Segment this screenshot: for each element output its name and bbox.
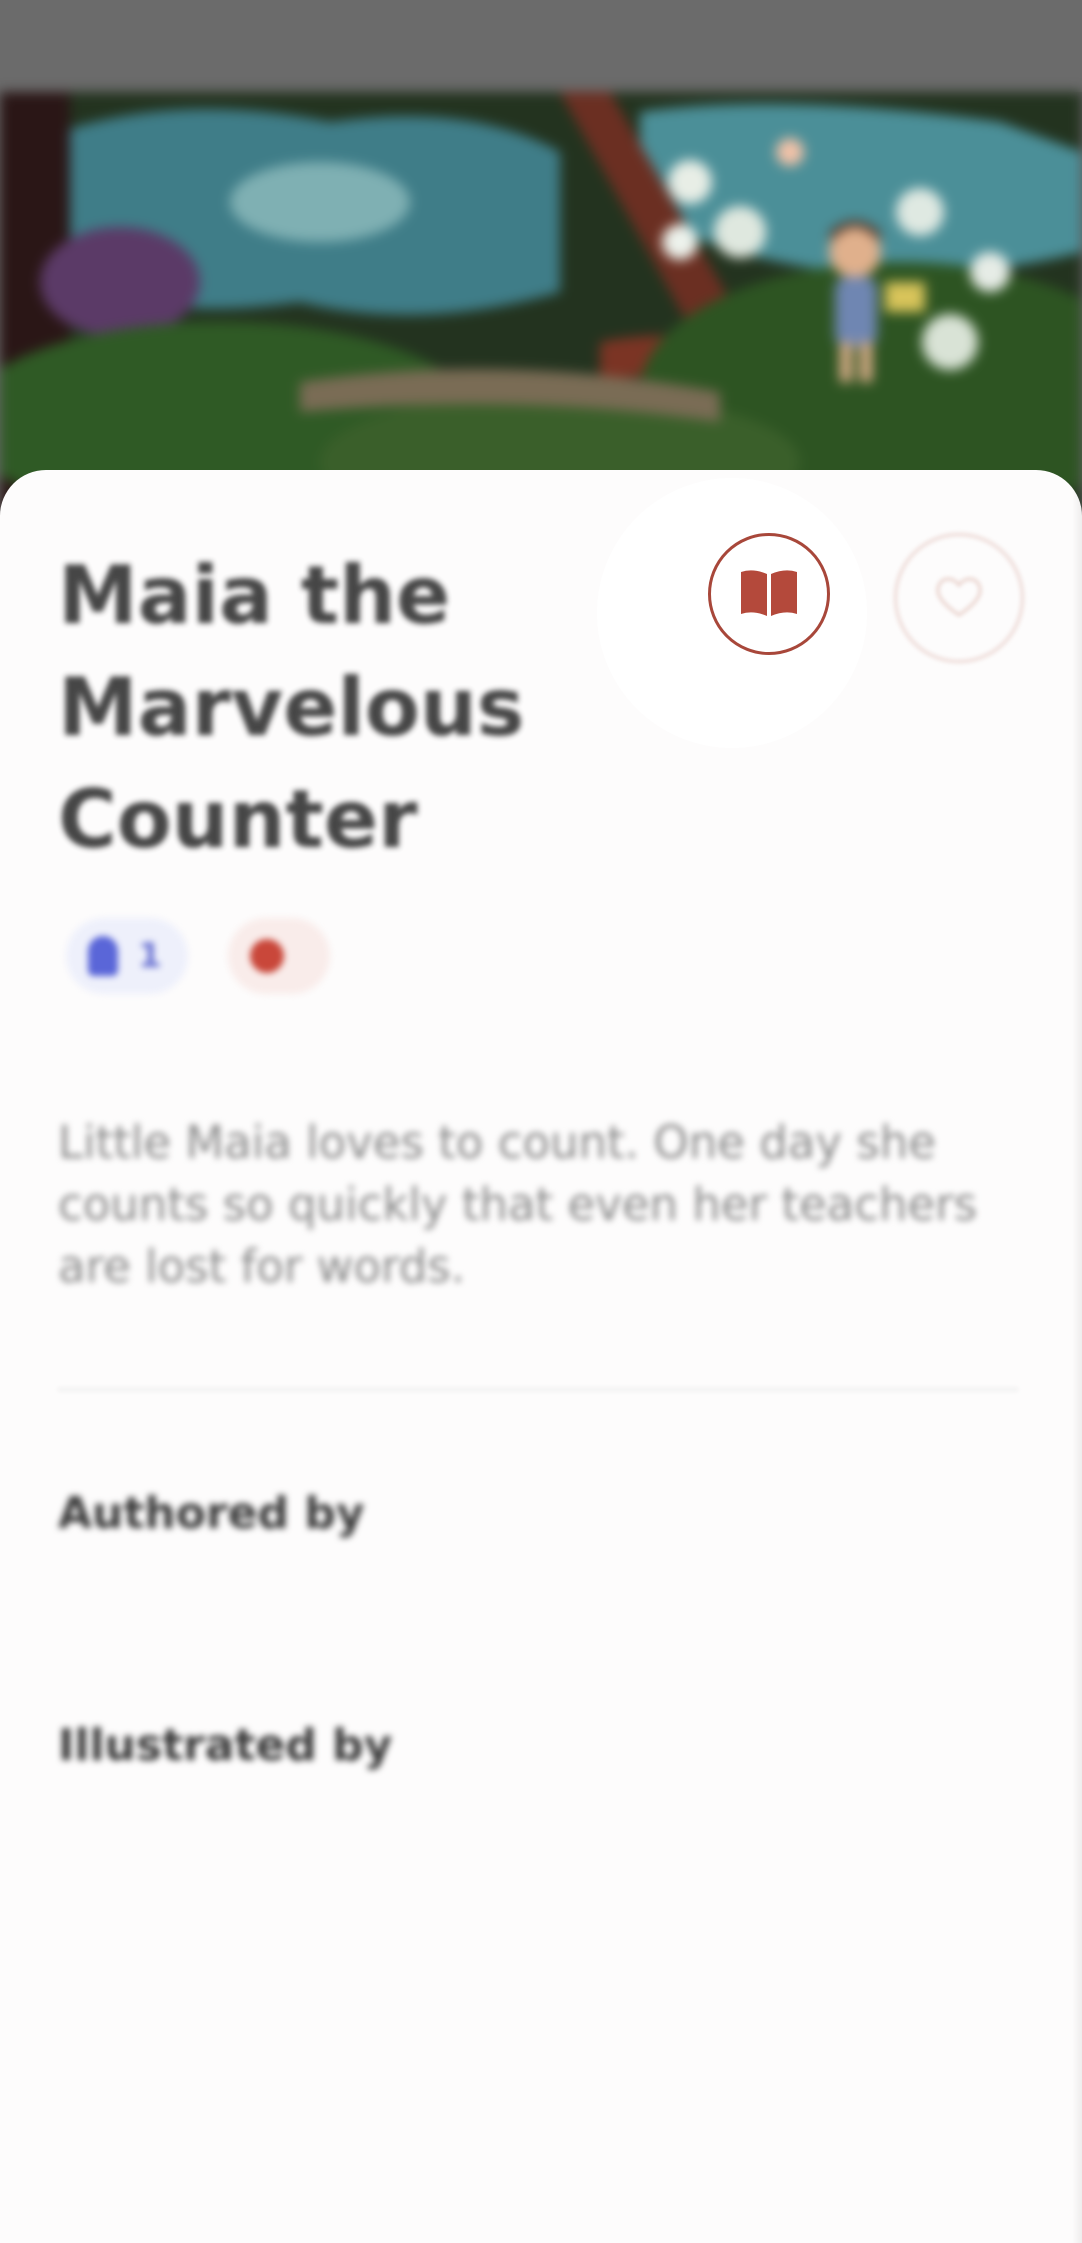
level-chip: 1 bbox=[66, 918, 188, 994]
words-icon bbox=[249, 939, 284, 973]
cover-illustration bbox=[0, 92, 1082, 512]
book-meta-chips: 1 bbox=[66, 918, 330, 994]
book-detail-screen: Maia the Marvelous Counter 1 Little Maia… bbox=[0, 0, 1082, 2243]
level-icon bbox=[88, 936, 118, 976]
level-value: 1 bbox=[138, 936, 162, 976]
book-title: Maia the Marvelous Counter bbox=[58, 549, 525, 866]
cover-illustration-art bbox=[0, 92, 1082, 512]
author-label: Authored by bbox=[58, 1488, 365, 1539]
status-bar bbox=[0, 0, 1082, 92]
divider bbox=[58, 1388, 1018, 1391]
book-description: Little Maia loves to count. One day she … bbox=[58, 1116, 978, 1293]
heart-icon bbox=[933, 573, 985, 623]
word-count-chip bbox=[227, 918, 330, 994]
scroll-edge-shadow bbox=[1072, 92, 1082, 2243]
illustrator-label: Illustrated by bbox=[58, 1720, 393, 1771]
favorite-button[interactable] bbox=[894, 533, 1024, 663]
read-book-button[interactable] bbox=[708, 533, 830, 655]
open-book-icon bbox=[737, 566, 801, 622]
